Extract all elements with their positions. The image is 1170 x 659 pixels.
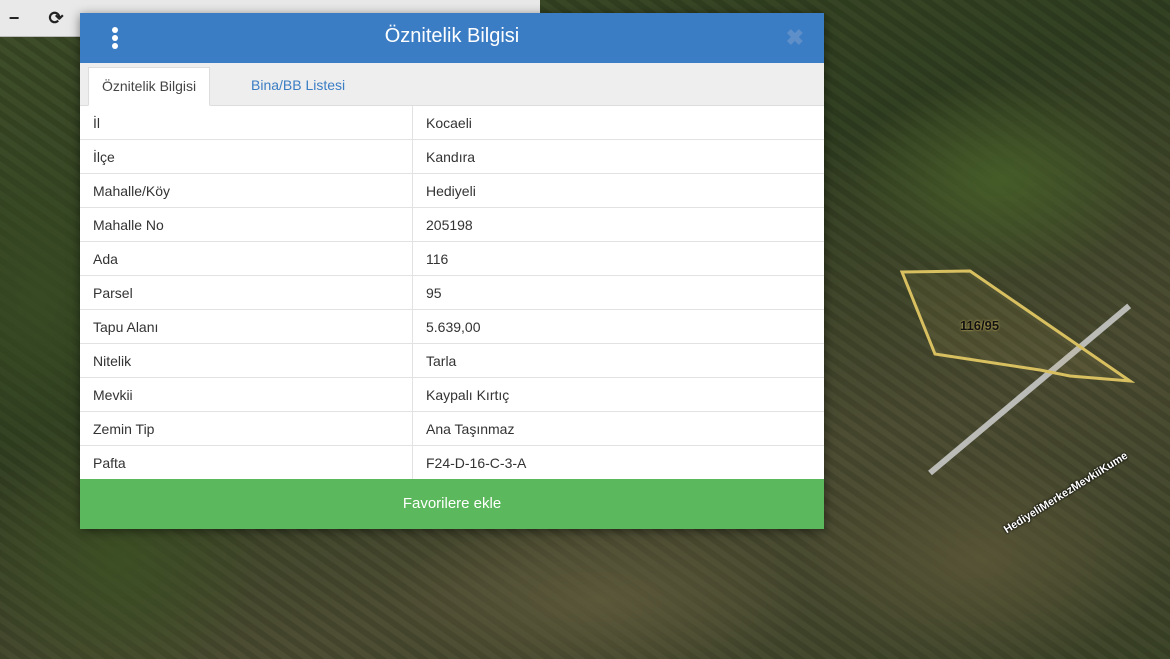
table-row: Pafta F24-D-16-C-3-A bbox=[80, 445, 824, 480]
road-label: HediyeliMerkezMevkiiKume bbox=[1001, 449, 1131, 537]
row-value: 205198 bbox=[412, 207, 824, 242]
parcel-label: 116/95 bbox=[960, 318, 1000, 333]
row-key: İlçe bbox=[80, 139, 413, 174]
row-key: İl bbox=[80, 106, 413, 140]
tab-attribute-info[interactable]: Öznitelik Bilgisi bbox=[88, 67, 211, 106]
minus-icon[interactable]: − bbox=[4, 8, 24, 28]
row-key: Nitelik bbox=[80, 343, 413, 378]
table-row: Ada 116 bbox=[80, 241, 824, 276]
row-key: Tapu Alanı bbox=[80, 309, 413, 344]
dialog-header: Öznitelik Bilgisi ✖ bbox=[80, 13, 824, 63]
row-value: Hediyeli bbox=[412, 173, 824, 208]
tab-building-list[interactable]: Bina/BB Listesi bbox=[238, 67, 358, 104]
row-key: Ada bbox=[80, 241, 413, 276]
parcel-outline[interactable] bbox=[895, 265, 1135, 390]
row-value: 5.639,00 bbox=[412, 309, 824, 344]
row-value: 116 bbox=[412, 241, 824, 276]
table-row: Mahalle No 205198 bbox=[80, 207, 824, 242]
row-value: Kocaeli bbox=[412, 106, 824, 140]
row-value: Kaypalı Kırtıç bbox=[412, 377, 824, 412]
table-row: Mahalle/Köy Hediyeli bbox=[80, 173, 824, 208]
table-row: İlçe Kandıra bbox=[80, 139, 824, 174]
row-value: F24-D-16-C-3-A bbox=[412, 445, 824, 480]
close-icon[interactable]: ✖ bbox=[786, 25, 804, 51]
attribute-dialog: Öznitelik Bilgisi ✖ Öznitelik Bilgisi Bi… bbox=[80, 13, 824, 529]
refresh-icon[interactable]: ⟳ bbox=[46, 8, 66, 28]
tab-bar: Öznitelik Bilgisi Bina/BB Listesi bbox=[80, 63, 824, 106]
table-row: Nitelik Tarla bbox=[80, 343, 824, 378]
row-key: Parsel bbox=[80, 275, 413, 310]
dialog-title: Öznitelik Bilgisi bbox=[384, 25, 520, 47]
row-value: Tarla bbox=[412, 343, 824, 378]
table-row: Zemin Tip Ana Taşınmaz bbox=[80, 411, 824, 446]
row-value: Kandıra bbox=[412, 139, 824, 174]
table-row: Parsel 95 bbox=[80, 275, 824, 310]
attribute-table: İl Kocaeli İlçe Kandıra Mahalle/Köy Hediyel… bbox=[80, 106, 824, 480]
row-key: Pafta bbox=[80, 445, 413, 480]
row-value: Ana Taşınmaz bbox=[412, 411, 824, 446]
table-row: Mevkii Kaypalı Kırtıç bbox=[80, 377, 824, 412]
row-key: Mevkii bbox=[80, 377, 413, 412]
row-key: Mahalle/Köy bbox=[80, 173, 413, 208]
row-key: Mahalle No bbox=[80, 207, 413, 242]
row-key: Zemin Tip bbox=[80, 411, 413, 446]
table-row: Tapu Alanı 5.639,00 bbox=[80, 309, 824, 344]
row-value: 95 bbox=[412, 275, 824, 310]
add-to-favorites-button[interactable]: Favorilere ekle bbox=[80, 479, 824, 529]
table-row: İl Kocaeli bbox=[80, 106, 824, 140]
